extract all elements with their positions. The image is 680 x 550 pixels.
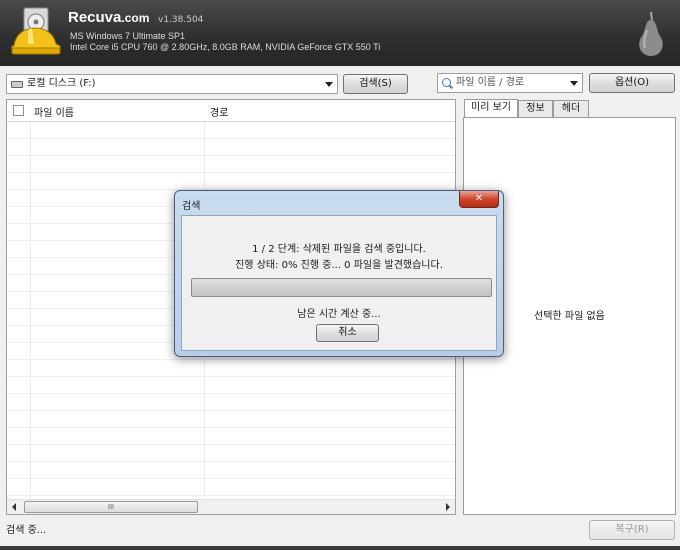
tab-header[interactable]: 헤더 [553,100,589,117]
scan-button[interactable]: 검색(S) [343,74,408,94]
dialog-title: 검색 [182,201,201,212]
horizontal-scrollbar[interactable]: III [7,499,455,514]
scan-stage-text: 1 / 2 단계: 삭제된 파일을 검색 중입니다. [252,244,426,255]
scan-dialog: 검색 ✕ 1 / 2 단계: 삭제된 파일을 검색 중입니다. 진행 상태: 0… [174,190,504,357]
piriform-pear-icon [639,11,663,56]
window-bottom-border [0,546,680,550]
tab-info[interactable]: 정보 [518,100,553,117]
column-header-filename[interactable]: 파일 이름 [34,104,74,119]
drive-select-value: 로컬 디스크 (F:) [27,78,96,89]
filter-placeholder: 파일 이름 / 경로 [456,77,525,88]
scan-progress-text: 진행 상태: 0% 진행 중... 0 파일을 발견했습니다. [235,260,443,271]
search-icon [442,78,451,87]
close-icon: ✕ [474,193,484,204]
tab-preview[interactable]: 미리 보기 [464,99,518,118]
hardware-info: Intel Core i5 CPU 760 @ 2.80GHz, 8.0GB R… [70,42,381,52]
select-all-checkbox[interactable] [13,105,24,116]
filter-combo[interactable]: 파일 이름 / 경로 [437,73,583,93]
recuva-logo-icon [11,7,61,55]
dialog-body: 1 / 2 단계: 삭제된 파일을 검색 중입니다. 진행 상태: 0% 진행 … [181,215,497,351]
drive-select[interactable]: 로컬 디스크 (F:) [6,74,338,94]
app-version: v1.38.504 [158,15,204,25]
status-text: 검색 중... [6,525,47,536]
column-divider [30,122,31,498]
scrollbar-thumb[interactable]: III [24,501,198,513]
recover-button[interactable]: 복구(R) [589,520,675,540]
chevron-down-icon [570,81,578,86]
chevron-down-icon [325,82,333,87]
app-header: Recuva.com v1.38.504 MS Windows 7 Ultima… [0,0,680,66]
app-domain: .com [121,11,150,25]
file-list-header: 파일 이름 경로 [7,100,455,122]
time-remaining-text: 남은 시간 계산 중... [297,309,381,320]
os-info: MS Windows 7 Ultimate SP1 [70,31,186,41]
close-button[interactable]: ✕ [459,191,499,208]
cancel-button[interactable]: 취소 [316,324,379,342]
column-header-path[interactable]: 경로 [210,104,228,119]
scan-progress-bar [191,278,492,297]
drive-icon [11,81,23,88]
options-button[interactable]: 옵션(O) [589,73,675,93]
scroll-right-icon[interactable] [446,503,450,511]
scroll-left-icon[interactable] [12,503,16,511]
app-name: Recuva.com [68,9,150,26]
